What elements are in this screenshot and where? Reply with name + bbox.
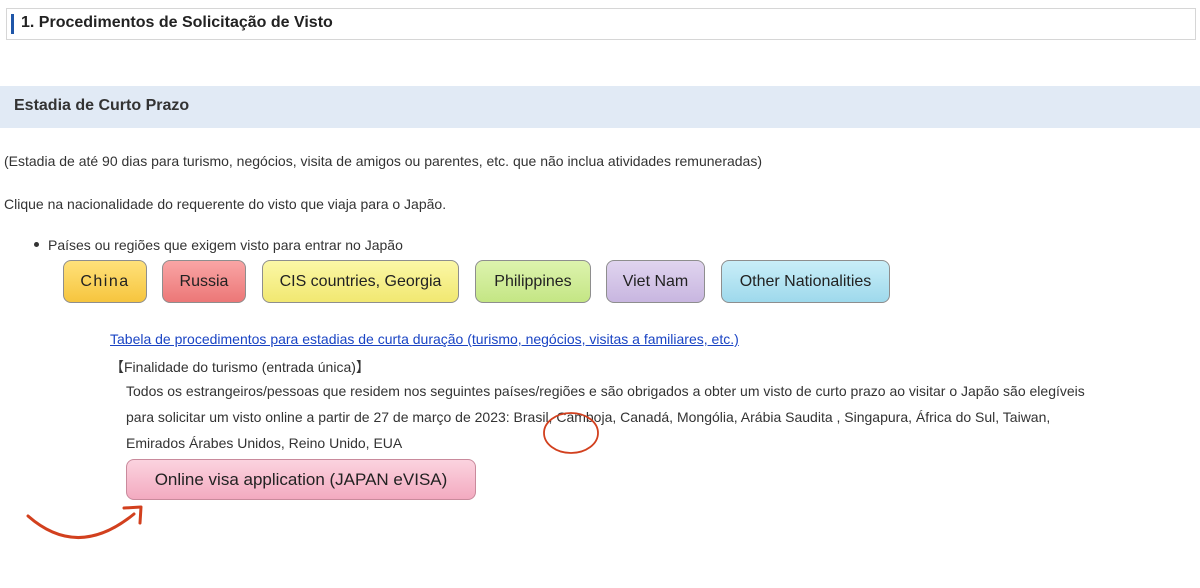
viet-nam-button[interactable]: Viet Nam <box>606 260 705 303</box>
russia-button[interactable]: Russia <box>162 260 246 303</box>
procedures-table-link[interactable]: Tabela de procedimentos para estadias de… <box>110 331 739 347</box>
pointer-arrow-icon <box>26 512 136 539</box>
intro-line-1: (Estadia de até 90 dias para turismo, ne… <box>4 153 762 169</box>
section-header: 1. Procedimentos de Solicitação de Visto <box>6 8 1196 40</box>
other-nationalities-button[interactable]: Other Nationalities <box>721 260 890 303</box>
bullet-item: Países ou regiões que exigem visto para … <box>34 237 403 253</box>
philippines-button[interactable]: Philippines <box>475 260 591 303</box>
tourism-body-line-2: para solicitar um visto online a partir … <box>126 409 1051 425</box>
section-title: 1. Procedimentos de Solicitação de Visto <box>21 14 333 31</box>
cis-countries-button[interactable]: CIS countries, Georgia <box>262 260 459 303</box>
china-button[interactable]: China <box>63 260 147 303</box>
section-header-accent-bar <box>11 14 14 34</box>
tourism-purpose-title: 【Finalidade do turismo (entrada única)】 <box>110 359 370 375</box>
tourism-body-line-3: Emirados Árabes Unidos, Reino Unido, EUA <box>126 435 403 451</box>
sub-header-title: Estadia de Curto Prazo <box>14 97 190 114</box>
bullet-text: Países ou regiões que exigem visto para … <box>48 237 403 253</box>
online-visa-application-button[interactable]: Online visa application (JAPAN eVISA) <box>126 459 476 500</box>
arrow-head-icon <box>122 505 143 525</box>
sub-header: Estadia de Curto Prazo <box>0 86 1200 128</box>
intro-line-2: Clique na nacionalidade do requerente do… <box>4 196 447 212</box>
tourism-body-line-1: Todos os estrangeiros/pessoas que reside… <box>126 383 1085 399</box>
bullet-dot-icon <box>34 241 39 247</box>
